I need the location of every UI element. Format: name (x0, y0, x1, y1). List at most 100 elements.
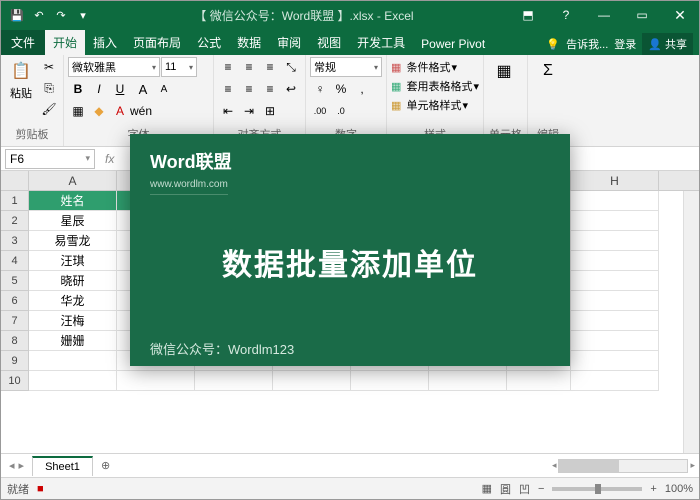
cell[interactable] (29, 371, 117, 391)
save-icon[interactable]: 💾 (9, 7, 25, 23)
cell[interactable]: 华龙 (29, 291, 117, 311)
col-header[interactable]: H (571, 171, 659, 190)
close-icon[interactable]: ✕ (661, 1, 699, 29)
font-color-icon[interactable]: A (110, 101, 130, 121)
cell[interactable] (273, 371, 351, 391)
vertical-scrollbar[interactable] (683, 191, 699, 453)
zoom-out-button[interactable]: − (538, 483, 544, 495)
align-middle-icon[interactable]: ≡ (239, 57, 259, 77)
sheet-nav[interactable]: ◂▸ (1, 459, 32, 472)
tab-data[interactable]: 数据 (229, 30, 269, 55)
cell[interactable]: 汪琪 (29, 251, 117, 271)
decrease-decimal-icon[interactable]: .0 (331, 101, 351, 121)
tab-view[interactable]: 视图 (309, 30, 349, 55)
tab-insert[interactable]: 插入 (85, 30, 125, 55)
cell[interactable] (571, 191, 659, 211)
cell[interactable]: 晓研 (29, 271, 117, 291)
cell[interactable] (117, 371, 195, 391)
cell[interactable] (571, 371, 659, 391)
tab-pivot[interactable]: Power Pivot (413, 33, 493, 55)
shrink-font-icon[interactable]: A (154, 79, 174, 99)
align-top-icon[interactable]: ≡ (218, 57, 238, 77)
wrap-text-icon[interactable]: ↩ (281, 79, 301, 99)
bold-button[interactable]: B (68, 79, 88, 99)
cell[interactable] (195, 371, 273, 391)
undo-icon[interactable]: ↶ (31, 7, 47, 23)
cell[interactable]: 姗姗 (29, 331, 117, 351)
minimize-icon[interactable]: — (585, 1, 623, 29)
row-header[interactable]: 3 (1, 231, 29, 251)
tab-home[interactable]: 开始 (45, 30, 85, 55)
cell[interactable] (429, 371, 507, 391)
decrease-indent-icon[interactable]: ⇤ (218, 101, 238, 121)
cell[interactable] (351, 371, 429, 391)
underline-button[interactable]: U (110, 79, 130, 99)
currency-icon[interactable]: ♀ (310, 79, 330, 99)
row-header[interactable]: 7 (1, 311, 29, 331)
align-left-icon[interactable]: ≡ (218, 79, 238, 99)
format-painter-icon[interactable]: 🖌 (39, 99, 59, 119)
number-format-combo[interactable]: 常规▾ (310, 57, 382, 77)
share-button[interactable]: 👤共享 (642, 33, 693, 55)
cell[interactable]: 星辰 (29, 211, 117, 231)
add-sheet-button[interactable]: ⊕ (93, 459, 118, 472)
qat-dropdown-icon[interactable]: ▾ (75, 7, 91, 23)
cells-button[interactable]: ▦ (488, 57, 520, 85)
cell[interactable] (571, 291, 659, 311)
fill-color-icon[interactable]: ◆ (89, 101, 109, 121)
cell[interactable] (507, 371, 571, 391)
zoom-in-button[interactable]: + (650, 483, 656, 495)
format-table-button[interactable]: ▦ 套用表格格式 ▾ (391, 78, 479, 94)
border-icon[interactable]: ▦ (68, 101, 88, 121)
tab-formulas[interactable]: 公式 (189, 30, 229, 55)
view-layout-icon[interactable]: 圓 (500, 481, 511, 497)
row-header[interactable]: 9 (1, 351, 29, 371)
editing-button[interactable]: Σ (532, 57, 564, 85)
cell[interactable]: 汪梅 (29, 311, 117, 331)
phonetic-icon[interactable]: wén (131, 101, 151, 121)
align-right-icon[interactable]: ≡ (260, 79, 280, 99)
row-header[interactable]: 4 (1, 251, 29, 271)
zoom-slider[interactable] (552, 487, 642, 491)
name-box[interactable]: F6▾ (5, 149, 95, 169)
cell[interactable]: 易雪龙 (29, 231, 117, 251)
cut-icon[interactable]: ✂ (39, 57, 59, 77)
orientation-icon[interactable]: ⤡ (281, 57, 301, 77)
tab-review[interactable]: 审阅 (269, 30, 309, 55)
row-header[interactable]: 10 (1, 371, 29, 391)
align-center-icon[interactable]: ≡ (239, 79, 259, 99)
tell-me[interactable]: 告诉我... (566, 36, 608, 52)
comma-icon[interactable]: , (352, 79, 372, 99)
align-bottom-icon[interactable]: ≡ (260, 57, 280, 77)
percent-icon[interactable]: % (331, 79, 351, 99)
merge-icon[interactable]: ⊞ (260, 101, 280, 121)
login-link[interactable]: 登录 (614, 36, 636, 52)
ribbon-options-icon[interactable]: ⬒ (509, 1, 547, 29)
cell[interactable] (571, 311, 659, 331)
row-header[interactable]: 6 (1, 291, 29, 311)
tab-file[interactable]: 文件 (1, 30, 45, 55)
paste-button[interactable]: 📋 粘贴 (5, 57, 37, 103)
font-name-combo[interactable]: 微软雅黑▾ (68, 57, 160, 77)
cell[interactable] (571, 331, 659, 351)
increase-indent-icon[interactable]: ⇥ (239, 101, 259, 121)
sheet-tab-1[interactable]: Sheet1 (32, 456, 93, 476)
row-header[interactable]: 5 (1, 271, 29, 291)
row-header[interactable]: 2 (1, 211, 29, 231)
increase-decimal-icon[interactable]: .00 (310, 101, 330, 121)
cell[interactable] (571, 251, 659, 271)
row-header[interactable]: 1 (1, 191, 29, 211)
cell[interactable]: 姓名 (29, 191, 117, 211)
cell-styles-button[interactable]: ▦ 单元格样式 ▾ (391, 97, 468, 113)
copy-icon[interactable]: ⎘ (39, 78, 59, 98)
cell[interactable] (571, 351, 659, 371)
cell[interactable] (571, 271, 659, 291)
view-normal-icon[interactable]: ▦ (482, 482, 492, 495)
maximize-icon[interactable]: ▭ (623, 1, 661, 29)
zoom-level[interactable]: 100% (665, 483, 693, 495)
redo-icon[interactable]: ↷ (53, 7, 69, 23)
fx-icon[interactable]: fx (99, 152, 120, 166)
row-header[interactable]: 8 (1, 331, 29, 351)
help-icon[interactable]: ? (547, 1, 585, 29)
col-header[interactable]: A (29, 171, 117, 190)
